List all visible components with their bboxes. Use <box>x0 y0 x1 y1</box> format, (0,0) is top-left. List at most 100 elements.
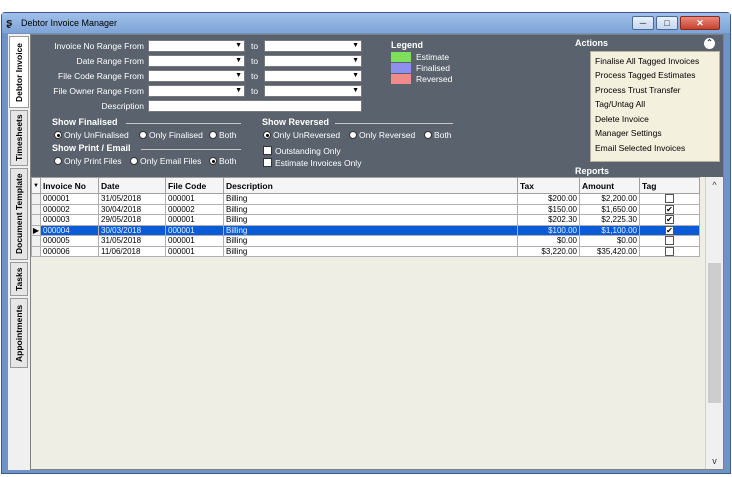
radio-only-unfinalised[interactable]: Only UnFinalised <box>54 130 129 140</box>
file-owner-to-combo[interactable]: ▼ <box>264 85 362 97</box>
radio-label: Only Email Files <box>140 156 202 166</box>
outstanding-only-checkbox[interactable]: Outstanding Only <box>263 146 341 156</box>
radio-finalised-both[interactable]: Both <box>209 130 237 140</box>
radio-only-finalised[interactable]: Only Finalised <box>139 130 203 140</box>
cell-description: Billing <box>223 245 518 257</box>
action-delete-invoice[interactable]: Delete Invoice <box>595 114 649 124</box>
table-row-selected[interactable]: ▶ 000004 30/03/2018 000001 Billing $100.… <box>31 224 700 236</box>
close-button[interactable]: ✕ <box>680 16 720 30</box>
legend-title: Legend <box>391 40 424 50</box>
radio-only-unreversed[interactable]: Only UnReversed <box>263 130 340 140</box>
radio-dot <box>139 131 147 139</box>
column-header-date[interactable]: Date <box>98 177 166 194</box>
checkbox-label: Estimate Invoices Only <box>275 158 362 168</box>
table-row[interactable]: 000005 31/05/2018 000001 Billing $0.00 $… <box>31 235 700 247</box>
column-header-tax[interactable]: Tax <box>517 177 580 194</box>
radio-only-reversed[interactable]: Only Reversed <box>349 130 415 140</box>
reports-title[interactable]: Reports <box>575 166 609 176</box>
column-header-file-code[interactable]: File Code <box>165 177 224 194</box>
description-input[interactable] <box>148 100 362 112</box>
date-from-combo[interactable]: ▼ <box>148 55 245 67</box>
radio-only-email-files[interactable]: Only Email Files <box>130 156 201 166</box>
tab-debtor-invoice[interactable]: Debtor Invoice <box>9 36 29 108</box>
tab-document-template[interactable]: Document Template <box>10 168 28 260</box>
group-divider <box>126 123 241 124</box>
radio-only-print-files[interactable]: Only Print Files <box>54 156 122 166</box>
vertical-scrollbar[interactable]: ^ v <box>705 177 723 469</box>
group-divider <box>335 123 453 124</box>
date-to-combo[interactable]: ▼ <box>264 55 362 67</box>
tag-checkbox[interactable]: ✔ <box>665 225 674 235</box>
cell-description: Billing <box>223 235 518 247</box>
tab-tasks[interactable]: Tasks <box>10 262 28 296</box>
table-row[interactable]: 000006 11/06/2018 000001 Billing $3,220.… <box>31 245 700 257</box>
tag-checkbox[interactable] <box>665 194 674 204</box>
scroll-up-icon[interactable]: ^ <box>706 177 723 193</box>
radio-label: Both <box>434 130 452 140</box>
to-label: to <box>251 41 259 51</box>
column-header-amount[interactable]: Amount <box>579 177 640 194</box>
row-indicator[interactable] <box>31 235 41 247</box>
invoice-no-from-combo[interactable]: ▼ <box>148 40 245 52</box>
cell-invoice-no: 000004 <box>40 224 99 236</box>
show-print-email-title: Show Print / Email <box>52 143 131 153</box>
minimize-button[interactable]: ─ <box>632 16 654 30</box>
cell-invoice-no: 000003 <box>40 214 99 226</box>
action-manager-settings[interactable]: Manager Settings <box>595 128 662 138</box>
action-email-selected-invoices[interactable]: Email Selected Invoices <box>595 143 685 153</box>
estimate-invoices-only-checkbox[interactable]: Estimate Invoices Only <box>263 158 361 168</box>
action-process-trust-transfer[interactable]: Process Trust Transfer <box>595 85 681 95</box>
tag-checkbox[interactable] <box>665 236 674 246</box>
radio-print-email-both[interactable]: Both <box>209 156 237 166</box>
radio-reversed-both[interactable]: Both <box>424 130 452 140</box>
column-header-tag[interactable]: Tag <box>639 177 700 194</box>
action-process-tagged-estimates[interactable]: Process Tagged Estimates <box>595 70 695 80</box>
row-indicator[interactable] <box>31 214 41 226</box>
action-finalise-all-tagged[interactable]: Finalise All Tagged Invoices <box>595 56 699 66</box>
cell-amount: $2,225.30 <box>579 214 640 226</box>
sort-indicator-icon[interactable]: ▼ <box>31 177 41 194</box>
table-row[interactable]: 000001 31/05/2018 000001 Billing $200.00… <box>31 193 700 205</box>
row-pointer-icon[interactable]: ▶ <box>31 224 41 236</box>
cell-tag <box>639 235 700 247</box>
scroll-thumb[interactable] <box>708 263 721 403</box>
row-indicator[interactable] <box>31 203 41 215</box>
app-window: ʂ Debtor Invoice Manager ─ □ ✕ Debtor In… <box>1 12 731 474</box>
chevron-down-icon: ▼ <box>352 72 359 79</box>
column-header-invoice-no[interactable]: Invoice No <box>40 177 99 194</box>
cell-invoice-no: 000005 <box>40 235 99 247</box>
tag-checkbox[interactable] <box>665 246 674 256</box>
scroll-down-icon[interactable]: v <box>706 453 723 469</box>
table-row[interactable]: 000002 30/04/2018 000002 Billing $150.00… <box>31 203 700 215</box>
invoice-no-to-combo[interactable]: ▼ <box>264 40 362 52</box>
row-indicator[interactable] <box>31 245 41 257</box>
tab-appointments[interactable]: Appointments <box>10 298 28 368</box>
cell-invoice-no: 000002 <box>40 203 99 215</box>
cell-tag <box>639 193 700 205</box>
collapse-icon[interactable]: ⌃ <box>704 38 715 49</box>
title-bar[interactable]: ʂ Debtor Invoice Manager ─ □ ✕ <box>2 13 730 33</box>
maximize-button[interactable]: □ <box>656 16 678 30</box>
tag-checkbox[interactable]: ✔ <box>665 204 674 214</box>
table-header-row: ▼ Invoice No Date File Code Description … <box>31 177 700 194</box>
file-code-to-combo[interactable]: ▼ <box>264 70 362 82</box>
radio-label: Both <box>219 130 237 140</box>
table-row[interactable]: 000003 29/05/2018 000001 Billing $202.30… <box>31 214 700 226</box>
file-code-from-combo[interactable]: ▼ <box>148 70 245 82</box>
tab-timesheets[interactable]: Timesheets <box>10 110 28 166</box>
cell-tag: ✔ <box>639 224 700 236</box>
row-indicator[interactable] <box>31 193 41 205</box>
actions-panel: Finalise All Tagged Invoices Process Tag… <box>590 51 720 162</box>
checkbox-label: Outstanding Only <box>275 146 341 156</box>
checkbox-box <box>263 158 272 167</box>
cell-tax: $150.00 <box>517 203 580 215</box>
estimate-swatch <box>391 52 411 62</box>
cell-date: 31/05/2018 <box>98 193 166 205</box>
cell-amount: $35,420.00 <box>579 245 640 257</box>
tag-checkbox[interactable]: ✔ <box>665 215 674 225</box>
chevron-down-icon: ▼ <box>235 42 242 49</box>
file-owner-from-combo[interactable]: ▼ <box>148 85 245 97</box>
action-tag-untag-all[interactable]: Tag/Untag All <box>595 99 645 109</box>
radio-label: Only Reversed <box>359 130 416 140</box>
column-header-description[interactable]: Description <box>223 177 518 194</box>
